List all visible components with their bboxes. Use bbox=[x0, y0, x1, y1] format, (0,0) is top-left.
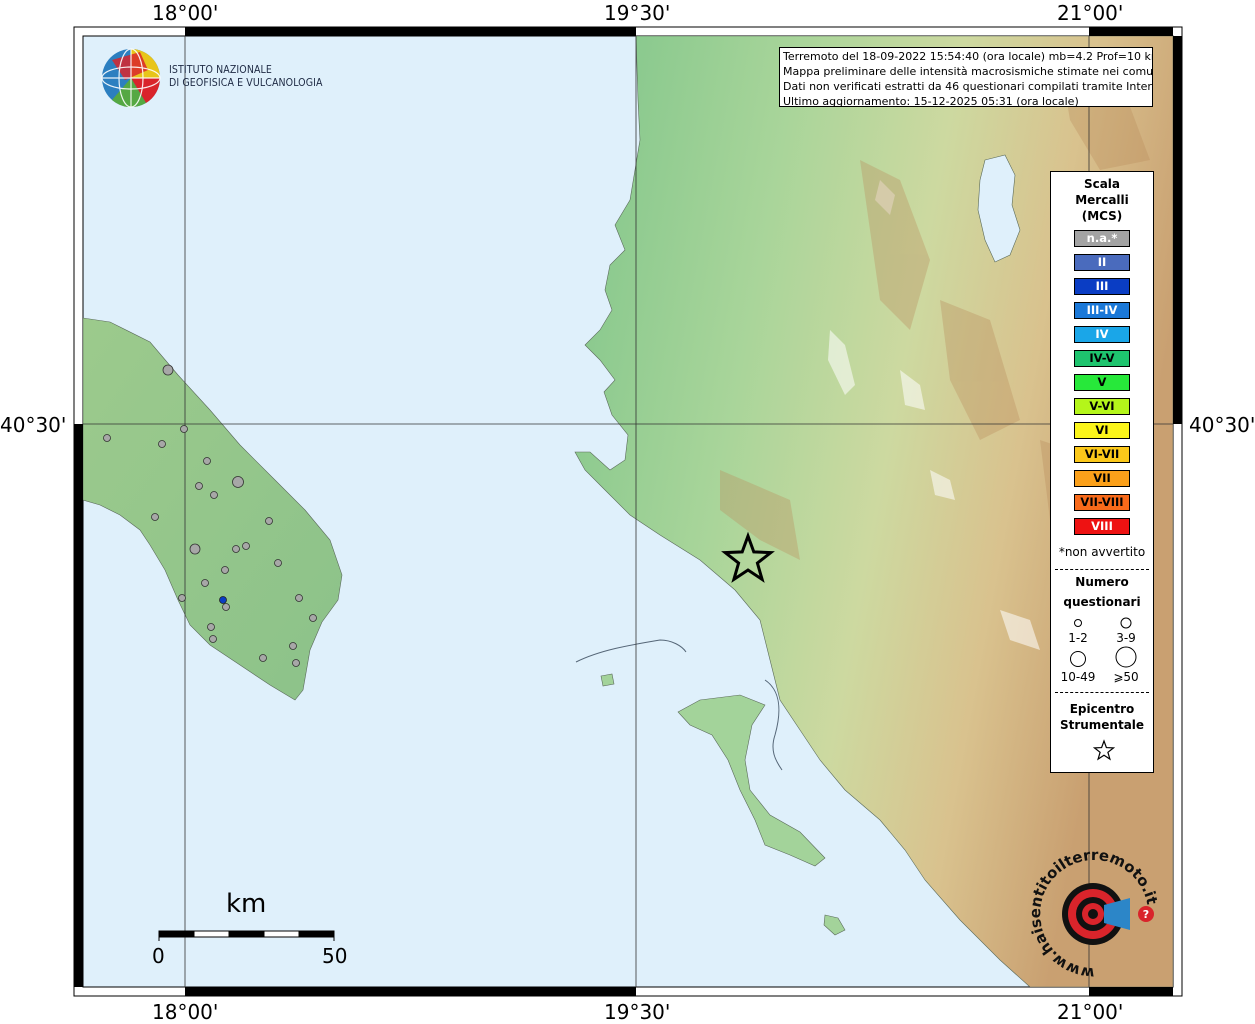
info-line-description: Mappa preliminare delle intensità macros… bbox=[783, 65, 1153, 78]
intensity-swatch: II bbox=[1074, 254, 1130, 271]
lat-label-left: 40°30' bbox=[0, 413, 67, 437]
ingv-logo-line2: DI GEOFISICA E VULCANOLOGIA bbox=[169, 76, 323, 89]
size-label-1: 1-2 bbox=[1068, 631, 1088, 645]
epicenter-title-2: Strumentale bbox=[1059, 718, 1145, 732]
legend-panel: Scala Mercalli (MCS) n.a.* II III III-IV IV I… bbox=[1050, 171, 1154, 773]
legend-note: *non avvertito bbox=[1058, 545, 1146, 559]
small-island bbox=[600, 673, 615, 687]
legend-separator-2 bbox=[1055, 692, 1149, 693]
questionnaires-title-1: Numero bbox=[1075, 575, 1129, 589]
info-line-event: Terremoto del 18-09-2022 15:54:40 (ora l… bbox=[783, 50, 1153, 63]
intensity-swatch: III bbox=[1074, 278, 1130, 295]
ingv-logo-text: ISTITUTO NAZIONALE DI GEOFISICA E VULCAN… bbox=[169, 64, 323, 89]
intensity-swatch: V bbox=[1074, 374, 1130, 391]
legend-title-3: (MCS) bbox=[1081, 209, 1123, 223]
intensity-swatch: VII-VIII bbox=[1074, 494, 1130, 511]
hsit-logo-url: www.haisentitoilterremoto.it bbox=[1030, 850, 1160, 980]
lon-label-top-3: 21°00' bbox=[1057, 1, 1124, 25]
legend-title-1: Scala bbox=[1083, 177, 1121, 191]
lon-label-bottom-1: 18°00' bbox=[152, 1000, 219, 1024]
size-label-2: 3-9 bbox=[1116, 631, 1136, 645]
info-line-updated: Ultimo aggiornamento: 15-12-2025 05:31 (… bbox=[783, 95, 1079, 107]
intensity-swatch: VI-VII bbox=[1074, 446, 1130, 463]
intensity-swatch: III-IV bbox=[1074, 302, 1130, 319]
earthquake-info-box: Terremoto del 18-09-2022 15:54:40 (ora l… bbox=[779, 47, 1153, 107]
scale-unit: km bbox=[226, 889, 267, 919]
intensity-swatch: VIII bbox=[1074, 518, 1130, 535]
epicenter-title-1: Epicentro bbox=[1069, 702, 1135, 716]
intensity-swatch: VI bbox=[1074, 422, 1130, 439]
intensity-swatch: VII bbox=[1074, 470, 1130, 487]
questionnaires-title-2: questionari bbox=[1063, 595, 1141, 609]
legend-title-2: Mercalli bbox=[1075, 193, 1129, 207]
legend-separator bbox=[1055, 569, 1149, 570]
scale-min: 0 bbox=[152, 944, 165, 968]
svg-text:www.haisentitoilterremoto.it: www.haisentitoilterremoto.it bbox=[1030, 850, 1160, 980]
intensity-swatch: V-VI bbox=[1074, 398, 1130, 415]
lon-label-bottom-2: 19°30' bbox=[604, 1000, 671, 1024]
intensity-swatch: IV bbox=[1074, 326, 1130, 343]
scale-max: 50 bbox=[322, 944, 348, 968]
size-label-3: 10-49 bbox=[1060, 670, 1096, 684]
size-label-4: ⩾50 bbox=[1113, 670, 1139, 684]
intensity-point-iii bbox=[219, 596, 227, 604]
ingv-logo-icon bbox=[101, 48, 161, 108]
lat-label-right: 40°30' bbox=[1189, 413, 1255, 437]
intensity-swatch: IV-V bbox=[1074, 350, 1130, 367]
lon-label-top-1: 18°00' bbox=[152, 1, 219, 25]
ingv-logo-line1: ISTITUTO NAZIONALE bbox=[169, 64, 272, 76]
hsit-logo-text: www.haisentitoilterremoto.it bbox=[1030, 850, 1160, 980]
intensity-swatch: n.a.* bbox=[1074, 230, 1130, 247]
lon-label-bottom-3: 21°00' bbox=[1057, 1000, 1124, 1024]
epicenter-star-icon bbox=[1093, 739, 1115, 761]
lon-label-top-2: 19°30' bbox=[604, 1, 671, 25]
info-line-data-source: Dati non verificati estratti da 46 quest… bbox=[783, 80, 1153, 93]
